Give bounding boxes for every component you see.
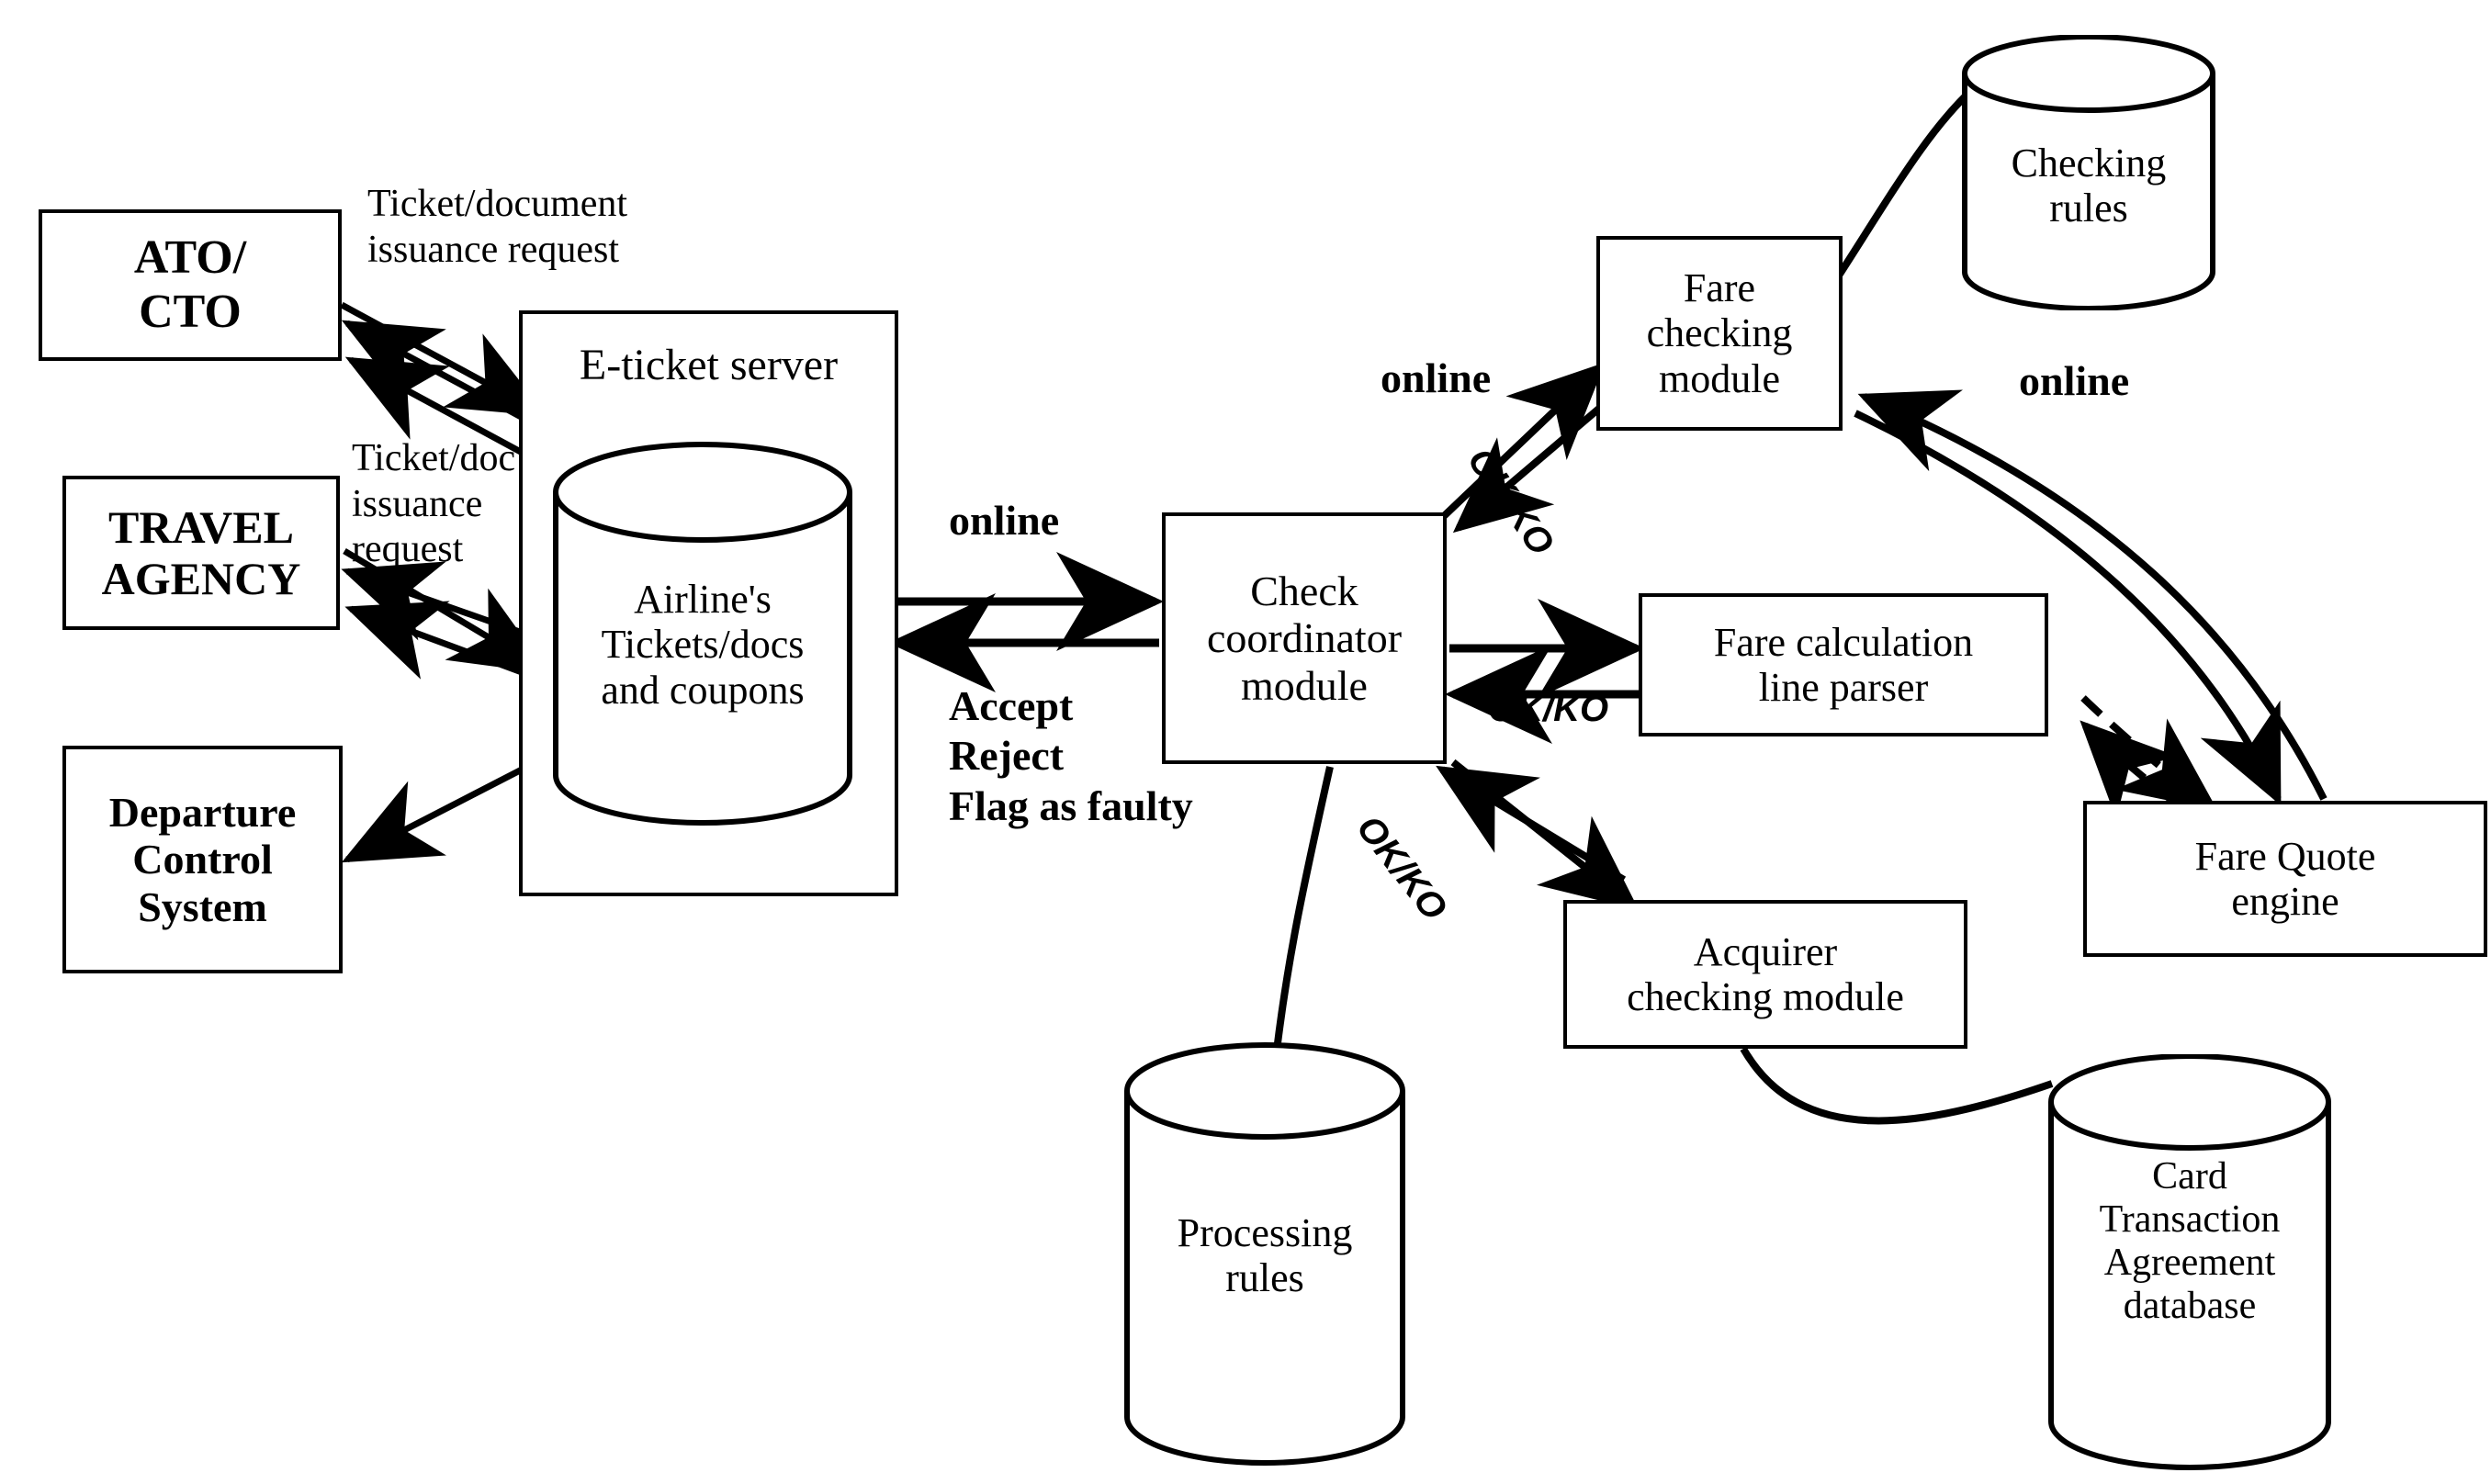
label-ticket-document-issuance-request: Ticket/document issuance request (367, 183, 628, 271)
node-fare-quote-engine[interactable]: Fare Quote engine (2083, 801, 2487, 957)
label-online-center: online (949, 497, 1060, 544)
cylinder-shape (1962, 34, 2215, 311)
node-checking-rules[interactable]: Checking rules (1960, 34, 2217, 311)
edge-eticket-departure-control (341, 766, 524, 863)
edge-eticket-check-coordinator (888, 552, 1164, 692)
label-online-fare-checking: online (1381, 354, 1492, 401)
edge-acquirer-card-txn-db (1740, 1047, 2054, 1125)
node-fare-calculation-line-parser-label: Fare calculation line parser (1713, 619, 1974, 710)
node-travel-agency[interactable]: TRAVEL AGENCY (62, 476, 340, 630)
node-acquirer-checking-module-label: Acquirer checking module (1627, 928, 1904, 1019)
label-ticket-doc-issuance-request: Ticket/doc issuance request (352, 437, 516, 571)
node-travel-agency-label: TRAVEL AGENCY (101, 501, 301, 604)
label-online-checking-rules: online (2019, 357, 2130, 404)
node-acquirer-checking-module[interactable]: Acquirer checking module (1563, 900, 1967, 1049)
label-accept-reject-flag: Accept Reject Flag as faulty (949, 682, 1193, 829)
node-fare-calculation-line-parser[interactable]: Fare calculation line parser (1639, 593, 2048, 736)
label-okko-fare-calc: OK/KO (1488, 689, 1609, 729)
node-ato-cto-label: ATO/ CTO (133, 231, 247, 338)
node-eticket-server-title: E-ticket server (579, 341, 839, 389)
node-processing-rules[interactable]: Processing rules (1122, 1040, 1407, 1467)
edge-fare-checking-checking-rules (1835, 84, 1978, 278)
node-fare-checking-module[interactable]: Fare checking module (1596, 236, 1843, 431)
edge-coordinator-processing-rules (1270, 766, 1334, 1075)
edge-coordinator-acquirer-checking (1436, 759, 1640, 910)
node-card-transaction-agreement-database[interactable]: Card Transaction Agreement database (2046, 1053, 2333, 1472)
node-check-coordinator-module-label: Check coordinator module (1206, 567, 1403, 709)
node-departure-control-system-label: Departure Control System (108, 788, 297, 930)
cylinder-shape (1124, 1042, 1405, 1466)
node-check-coordinator-module[interactable]: Check coordinator module (1162, 512, 1447, 764)
node-airline-store[interactable]: Airline's Tickets/docs and coupons (551, 441, 854, 826)
diagram-canvas: ATO/ CTO TRAVEL AGENCY Departure Control… (0, 0, 2491, 1484)
cylinder-shape (2048, 1053, 2331, 1470)
node-fare-quote-engine-label: Fare Quote engine (2194, 833, 2376, 924)
node-departure-control-system[interactable]: Departure Control System (62, 746, 343, 973)
cylinder-shape (553, 442, 852, 826)
node-fare-checking-module-label: Fare checking module (1646, 265, 1793, 401)
edge-coordinator-fare-calc-parser (1445, 599, 1645, 744)
node-ato-cto[interactable]: ATO/ CTO (39, 209, 342, 361)
